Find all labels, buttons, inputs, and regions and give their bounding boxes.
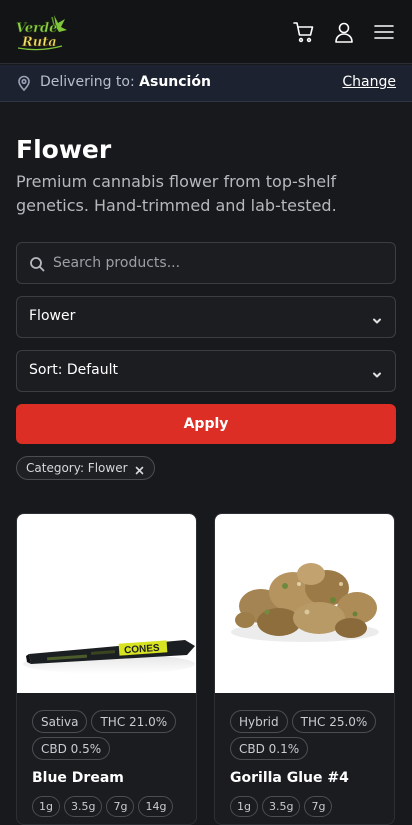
delivery-city: Asunción <box>139 74 211 90</box>
chevron-down-icon <box>371 366 383 378</box>
sort-select[interactable]: Sort: Default <box>16 350 396 392</box>
sort-select-value: Sort: Default <box>29 362 119 378</box>
product-card[interactable]: Hybrid THC 25.0% CBD 0.1% Gorilla Glue #… <box>214 513 395 825</box>
weight-option[interactable]: 1g <box>32 796 60 817</box>
delivery-text: Delivering to: Asunción <box>40 74 211 90</box>
weight-options: 1g 3.5g 7g <box>230 796 333 817</box>
active-filter-label: Category: Flower <box>26 461 128 475</box>
weight-options: 1g 3.5g 7g 14g <box>32 796 174 817</box>
product-name[interactable]: Gorilla Glue #4 <box>230 770 349 786</box>
search-icon <box>29 256 45 272</box>
cbd-badge: CBD 0.5% <box>32 737 111 760</box>
weight-option[interactable]: 3.5g <box>261 796 301 817</box>
cbd-badge: CBD 0.1% <box>230 737 309 760</box>
remove-filter-close-icon[interactable] <box>135 464 144 474</box>
product-badges: Hybrid THC 25.0% CBD 0.1% <box>230 710 385 760</box>
product-image <box>215 514 394 693</box>
hamburger-menu-icon[interactable] <box>370 18 398 46</box>
delivery-bar: Delivering to: Asunción Change <box>0 65 412 102</box>
top-header: Verde Ruta <box>0 0 412 64</box>
page-title: Flower <box>16 135 112 164</box>
product-image: CONES <box>17 514 196 693</box>
product-badges: Sativa THC 21.0% CBD 0.5% <box>32 710 187 760</box>
weight-option[interactable]: 14g <box>138 796 174 817</box>
weight-option[interactable]: 7g <box>304 796 333 817</box>
thc-badge: THC 25.0% <box>291 710 377 733</box>
product-card[interactable]: CONES Sativa THC 21.0% CBD 0.5% Blue Dre… <box>16 513 197 825</box>
weight-option[interactable]: 1g <box>230 796 258 817</box>
strain-type-badge: Sativa <box>32 710 88 733</box>
product-name[interactable]: Blue Dream <box>32 770 124 786</box>
weight-option[interactable]: 3.5g <box>63 796 103 817</box>
apply-button[interactable]: Apply <box>16 404 396 444</box>
svg-text:Verde: Verde <box>16 21 57 36</box>
change-location-link[interactable]: Change <box>342 74 396 90</box>
strain-type-badge: Hybrid <box>230 710 288 733</box>
cart-icon[interactable] <box>290 18 318 46</box>
user-icon[interactable] <box>330 18 358 46</box>
delivery-prefix: Delivering to: <box>40 74 135 90</box>
page-description: Premium cannabis flower from top-shelf g… <box>16 172 337 215</box>
chevron-down-icon <box>371 312 383 324</box>
thc-badge: THC 21.0% <box>91 710 177 733</box>
weight-option[interactable]: 7g <box>106 796 135 817</box>
active-filter-chip: Category: Flower <box>16 456 155 480</box>
brand-logo[interactable]: Verde Ruta <box>14 13 68 51</box>
search-box <box>16 242 396 284</box>
location-pin-icon <box>16 75 32 92</box>
category-select-value: Flower <box>29 308 76 324</box>
search-input[interactable] <box>53 243 383 283</box>
category-select[interactable]: Flower <box>16 296 396 338</box>
